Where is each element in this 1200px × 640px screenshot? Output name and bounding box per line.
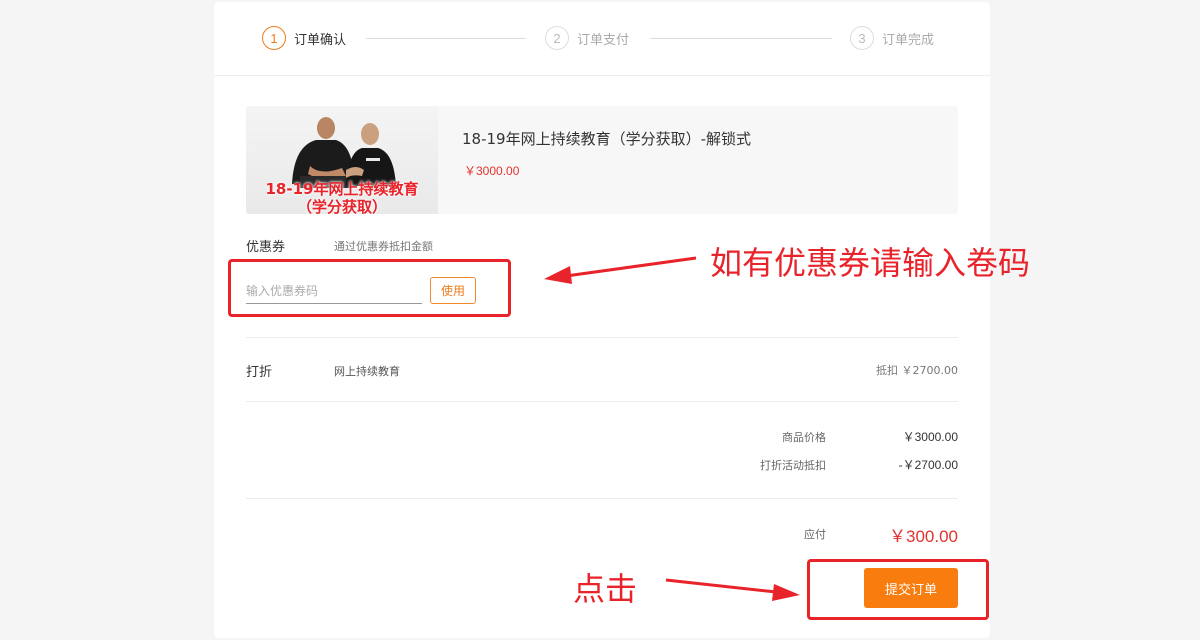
annotation-arrows <box>544 256 800 601</box>
coupon-instruction-note: 如有优惠券请输入卷码 <box>710 244 1031 282</box>
arrow-to-submit-icon <box>665 578 800 601</box>
arrow-to-coupon-icon <box>544 256 697 284</box>
click-instruction-note: 点击 <box>573 570 638 608</box>
